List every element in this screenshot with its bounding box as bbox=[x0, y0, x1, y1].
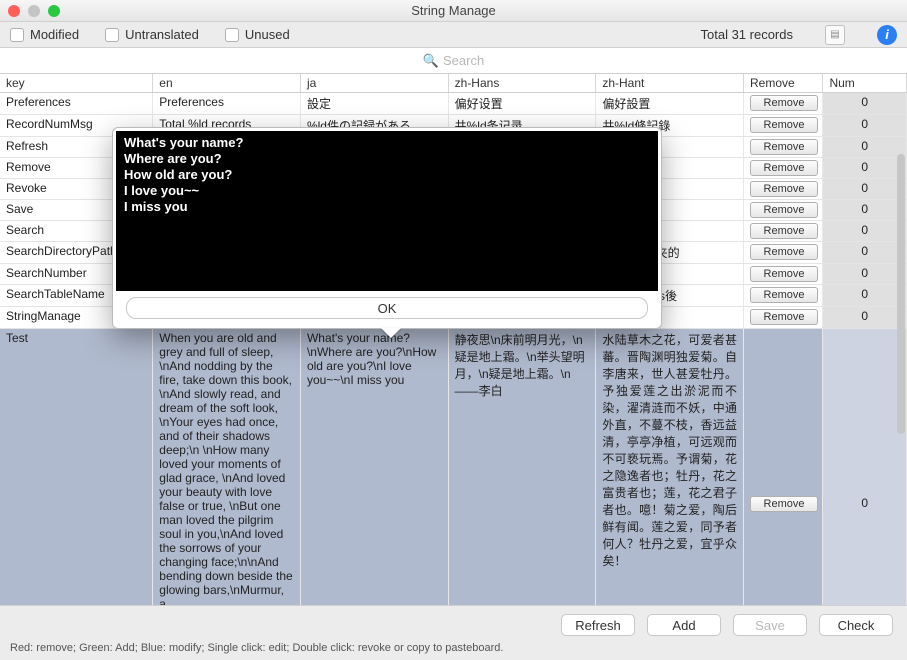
remove-cell: Remove bbox=[744, 264, 823, 285]
col-zh-hans[interactable]: zh-Hans bbox=[448, 74, 596, 93]
remove-button[interactable]: Remove bbox=[750, 496, 818, 512]
table-row[interactable]: TestWhen you are old and grey and full o… bbox=[0, 329, 907, 614]
remove-cell: Remove bbox=[744, 158, 823, 179]
filter-modified-label: Modified bbox=[30, 27, 79, 42]
remove-cell: Remove bbox=[744, 115, 823, 137]
remove-button[interactable]: Remove bbox=[750, 244, 818, 260]
footer-hint: Red: remove; Green: Add; Blue: modify; S… bbox=[0, 636, 907, 654]
num-cell: 0 bbox=[823, 307, 907, 329]
remove-cell: Remove bbox=[744, 137, 823, 158]
popover-text[interactable]: What's your name? Where are you? How old… bbox=[116, 131, 658, 291]
col-remove[interactable]: Remove bbox=[744, 74, 823, 93]
checkbox-icon[interactable] bbox=[10, 28, 24, 42]
search-field[interactable]: 🔍 Search bbox=[0, 48, 907, 74]
num-cell: 0 bbox=[823, 285, 907, 307]
table-cell[interactable]: Preferences bbox=[0, 93, 153, 115]
remove-button[interactable]: Remove bbox=[750, 266, 818, 282]
checkbox-icon[interactable] bbox=[225, 28, 239, 42]
footer-bar: Refresh Add Save Check Red: remove; Gree… bbox=[0, 605, 907, 660]
num-cell: 0 bbox=[823, 242, 907, 264]
table-cell[interactable]: Preferences bbox=[153, 93, 301, 115]
export-button[interactable]: ▤ bbox=[825, 25, 845, 45]
window-titlebar: String Manage bbox=[0, 0, 907, 22]
num-cell: 0 bbox=[823, 329, 907, 614]
checkbox-icon[interactable] bbox=[105, 28, 119, 42]
table-cell[interactable]: 偏好设置 bbox=[448, 93, 596, 115]
col-en[interactable]: en bbox=[153, 74, 301, 93]
edit-popover: What's your name? Where are you? How old… bbox=[112, 127, 662, 329]
popover-arrow-icon bbox=[381, 328, 401, 338]
num-cell: 0 bbox=[823, 158, 907, 179]
window-title: String Manage bbox=[0, 3, 907, 18]
remove-button[interactable]: Remove bbox=[750, 287, 818, 303]
refresh-button[interactable]: Refresh bbox=[561, 614, 635, 636]
remove-button[interactable]: Remove bbox=[750, 160, 818, 176]
remove-cell: Remove bbox=[744, 285, 823, 307]
num-cell: 0 bbox=[823, 137, 907, 158]
num-cell: 0 bbox=[823, 93, 907, 115]
table-cell[interactable]: What's your name?\nWhere are you?\nHow o… bbox=[300, 329, 448, 614]
remove-button[interactable]: Remove bbox=[750, 309, 818, 325]
col-zh-hant[interactable]: zh-Hant bbox=[596, 74, 744, 93]
remove-cell: Remove bbox=[744, 179, 823, 200]
remove-cell: Remove bbox=[744, 221, 823, 242]
remove-button[interactable]: Remove bbox=[750, 181, 818, 197]
num-cell: 0 bbox=[823, 221, 907, 242]
remove-button[interactable]: Remove bbox=[750, 117, 818, 133]
search-placeholder: Search bbox=[443, 53, 484, 68]
filter-untranslated-label: Untranslated bbox=[125, 27, 199, 42]
filter-bar: Modified Untranslated Unused Total 31 re… bbox=[0, 22, 907, 48]
num-cell: 0 bbox=[823, 115, 907, 137]
check-button[interactable]: Check bbox=[819, 614, 893, 636]
filter-modified[interactable]: Modified bbox=[10, 27, 79, 42]
add-button[interactable]: Add bbox=[647, 614, 721, 636]
remove-button[interactable]: Remove bbox=[750, 223, 818, 239]
table-cell[interactable]: When you are old and grey and full of sl… bbox=[153, 329, 301, 614]
total-records: Total 31 records bbox=[701, 27, 794, 42]
table-cell[interactable]: 水陆草木之花，可爱者甚蕃。晋陶渊明独爱菊。自李唐来，世人甚爱牡丹。予独爱莲之出淤… bbox=[596, 329, 744, 614]
col-key[interactable]: key bbox=[0, 74, 153, 93]
table-cell[interactable]: 設定 bbox=[300, 93, 448, 115]
filter-unused[interactable]: Unused bbox=[225, 27, 290, 42]
table-row[interactable]: PreferencesPreferences設定偏好设置偏好設置Remove0 bbox=[0, 93, 907, 115]
num-cell: 0 bbox=[823, 179, 907, 200]
info-button[interactable]: i bbox=[877, 25, 897, 45]
table-cell[interactable]: Test bbox=[0, 329, 153, 614]
table-header-row: key en ja zh-Hans zh-Hant Remove Num bbox=[0, 74, 907, 93]
search-icon: 🔍 bbox=[423, 53, 439, 69]
remove-button[interactable]: Remove bbox=[750, 95, 818, 111]
num-cell: 0 bbox=[823, 264, 907, 285]
remove-cell: Remove bbox=[744, 93, 823, 115]
remove-button[interactable]: Remove bbox=[750, 202, 818, 218]
remove-cell: Remove bbox=[744, 329, 823, 614]
col-ja[interactable]: ja bbox=[300, 74, 448, 93]
popover-ok-button[interactable]: OK bbox=[126, 297, 648, 319]
num-cell: 0 bbox=[823, 200, 907, 221]
filter-unused-label: Unused bbox=[245, 27, 290, 42]
document-icon: ▤ bbox=[830, 29, 839, 40]
filter-untranslated[interactable]: Untranslated bbox=[105, 27, 199, 42]
remove-cell: Remove bbox=[744, 242, 823, 264]
vertical-scrollbar[interactable] bbox=[897, 154, 905, 434]
table-cell[interactable]: 偏好設置 bbox=[596, 93, 744, 115]
remove-cell: Remove bbox=[744, 307, 823, 329]
remove-cell: Remove bbox=[744, 200, 823, 221]
table-cell[interactable]: 静夜思\n床前明月光，\n疑是地上霜。\n举头望明月，\n疑是地上霜。\n ——… bbox=[448, 329, 596, 614]
col-num[interactable]: Num bbox=[823, 74, 907, 93]
save-button[interactable]: Save bbox=[733, 614, 807, 636]
info-icon: i bbox=[885, 27, 889, 42]
remove-button[interactable]: Remove bbox=[750, 139, 818, 155]
